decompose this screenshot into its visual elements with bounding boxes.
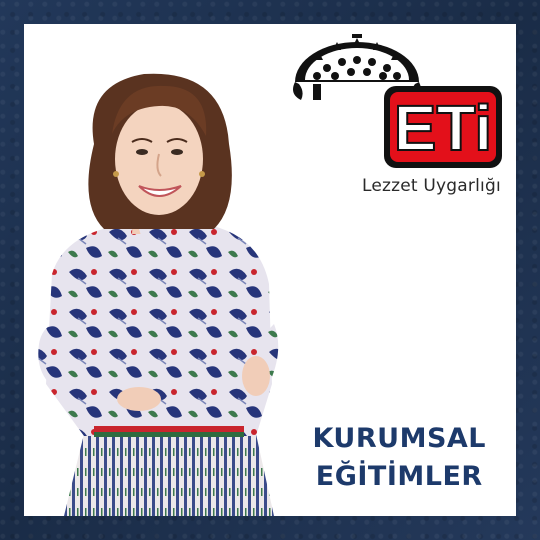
- brand-tagline: Lezzet Uygarlığı: [362, 176, 501, 196]
- headline-line1: KURUMSAL: [312, 423, 486, 454]
- headline-line2: EĞİTİMLER: [315, 461, 483, 492]
- sunburst-emblem-icon: ETi: [293, 30, 502, 168]
- poster-card: ETi Lezzet Uygarlığı KURUMSAL EĞİTİMLER: [24, 24, 516, 516]
- poster-frame: ETi Lezzet Uygarlığı KURUMSAL EĞİTİMLER: [0, 0, 540, 540]
- logo-wordmark: ETi: [394, 92, 492, 164]
- headline: KURUMSAL EĞİTİMLER: [312, 420, 486, 496]
- presenter-photo: [38, 73, 279, 516]
